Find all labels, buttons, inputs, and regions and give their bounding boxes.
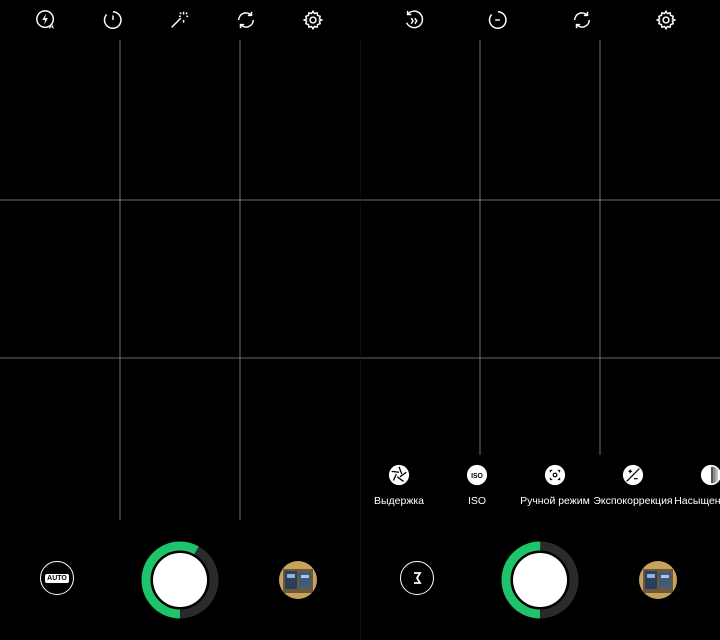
svg-text:A: A xyxy=(49,21,55,30)
shutter-core xyxy=(513,553,567,607)
magic-wand-icon[interactable] xyxy=(167,8,191,32)
gallery-thumbnail[interactable] xyxy=(279,561,317,599)
switch-camera-icon[interactable] xyxy=(234,8,258,32)
flash-auto-icon[interactable]: A xyxy=(34,8,58,32)
settings-gear-icon[interactable] xyxy=(301,8,325,32)
mode-menu-button[interactable] xyxy=(400,561,434,595)
switch-camera-icon[interactable] xyxy=(570,8,594,32)
auto-mode-label: AUTO xyxy=(45,573,69,583)
mode-saturation[interactable]: Насыщенность xyxy=(656,460,720,507)
shutter-core xyxy=(153,553,207,607)
shutter-button[interactable] xyxy=(141,541,219,619)
mode-menu-icon xyxy=(414,572,422,584)
timer-icon[interactable] xyxy=(101,8,125,32)
camera-pane-right: Выдержка ISO ISO Ручной режим Экспокорре… xyxy=(360,0,720,640)
manual-focus-icon xyxy=(544,464,566,486)
settings-gear-icon[interactable] xyxy=(654,8,678,32)
exposure-icon xyxy=(622,464,644,486)
top-toolbar xyxy=(360,0,720,40)
camera-pane-left: A AUTO xyxy=(0,0,360,640)
svg-text:ISO: ISO xyxy=(471,473,483,480)
top-toolbar: A xyxy=(0,0,360,40)
saturation-icon xyxy=(700,464,720,486)
shutter-button[interactable] xyxy=(501,541,579,619)
hdr-toggle-icon[interactable] xyxy=(402,8,426,32)
auto-mode-button[interactable]: AUTO xyxy=(40,561,74,595)
timer-off-icon[interactable] xyxy=(486,8,510,32)
aperture-icon xyxy=(388,464,410,486)
gallery-thumbnail[interactable] xyxy=(639,561,677,599)
pro-mode-options: Выдержка ISO ISO Ручной режим Экспокорре… xyxy=(360,460,720,510)
iso-icon: ISO xyxy=(466,464,488,486)
